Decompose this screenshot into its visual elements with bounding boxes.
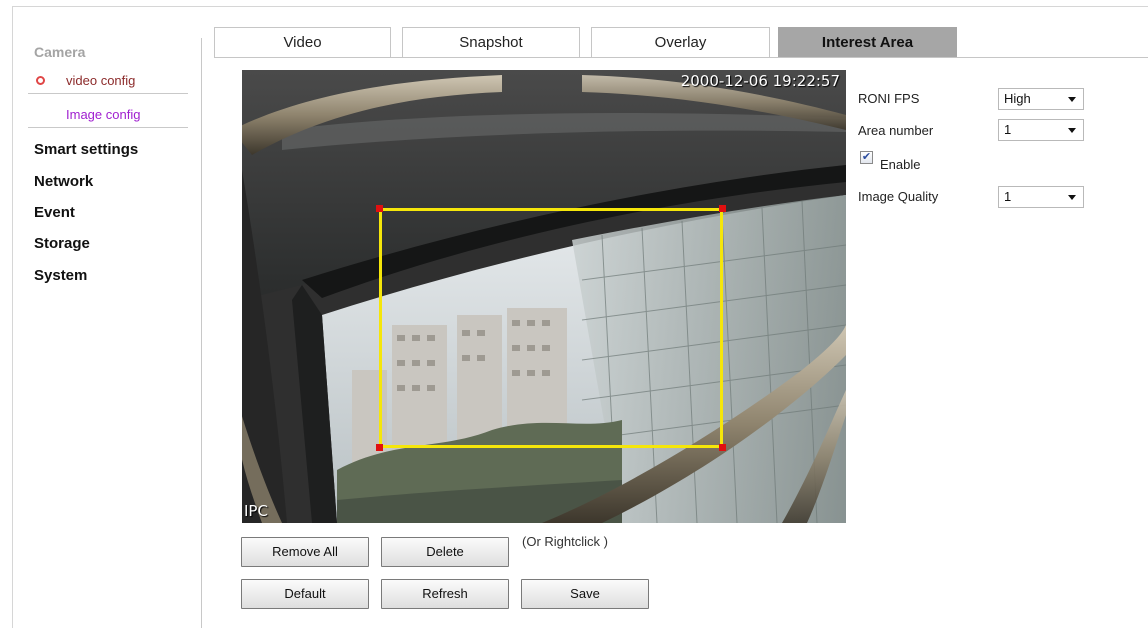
sidebar-subitem-image-config[interactable]: Image config — [28, 102, 188, 128]
image-quality-label: Image Quality — [858, 189, 939, 204]
video-preview[interactable]: 2000-12-06 19:22:57 IPC — [242, 70, 846, 523]
roi-rectangle[interactable] — [379, 208, 723, 448]
rightclick-hint: (Or Rightclick ) — [522, 534, 608, 549]
tab-overlay[interactable]: Overlay — [591, 27, 770, 58]
save-button[interactable]: Save — [521, 579, 649, 609]
roi-handle-top-left[interactable] — [376, 205, 383, 212]
default-button[interactable]: Default — [241, 579, 369, 609]
roni-fps-label: RONI FPS — [858, 91, 920, 106]
chevron-down-icon — [1068, 128, 1076, 133]
image-quality-select[interactable]: 1 — [998, 186, 1084, 208]
refresh-button[interactable]: Refresh — [381, 579, 509, 609]
sidebar-item-event[interactable]: Event — [34, 204, 75, 221]
sidebar-item-smart-settings[interactable]: Smart settings — [34, 141, 138, 158]
delete-button[interactable]: Delete — [381, 537, 509, 567]
roni-fps-value: High — [1004, 91, 1031, 106]
roi-handle-top-right[interactable] — [719, 205, 726, 212]
area-number-value: 1 — [1004, 122, 1012, 137]
area-number-label: Area number — [858, 123, 934, 138]
sidebar-item-network[interactable]: Network — [34, 173, 93, 190]
tab-interest-area[interactable]: Interest Area — [778, 27, 957, 58]
tab-snapshot[interactable]: Snapshot — [402, 27, 580, 58]
sidebar-subitem-video-config[interactable]: video config — [28, 68, 188, 94]
area-number-select[interactable]: 1 — [998, 119, 1084, 141]
roi-handle-bottom-right[interactable] — [719, 444, 726, 451]
video-timestamp: 2000-12-06 19:22:57 — [680, 72, 840, 90]
enable-label: Enable — [880, 157, 921, 172]
sidebar-subitem-label: video config — [66, 73, 136, 88]
sidebar-section-camera[interactable]: Camera — [34, 44, 85, 60]
page-frame-top — [12, 6, 1148, 7]
tab-underline — [214, 57, 1148, 58]
remove-all-button[interactable]: Remove All — [241, 537, 369, 567]
roni-fps-select[interactable]: High — [998, 88, 1084, 110]
sidebar-subitem-label: Image config — [66, 107, 141, 122]
video-channel-label: IPC — [244, 502, 268, 520]
sidebar-item-system[interactable]: System — [34, 267, 87, 284]
enable-checkbox[interactable]: ✔ — [860, 151, 873, 164]
active-ring-icon — [36, 76, 45, 85]
page-frame-left — [12, 6, 13, 628]
sidebar-divider — [201, 38, 202, 628]
chevron-down-icon — [1068, 97, 1076, 102]
tab-video[interactable]: Video — [214, 27, 391, 58]
roi-handle-bottom-left[interactable] — [376, 444, 383, 451]
sidebar-item-storage[interactable]: Storage — [34, 235, 90, 252]
chevron-down-icon — [1068, 195, 1076, 200]
image-quality-value: 1 — [1004, 189, 1012, 204]
